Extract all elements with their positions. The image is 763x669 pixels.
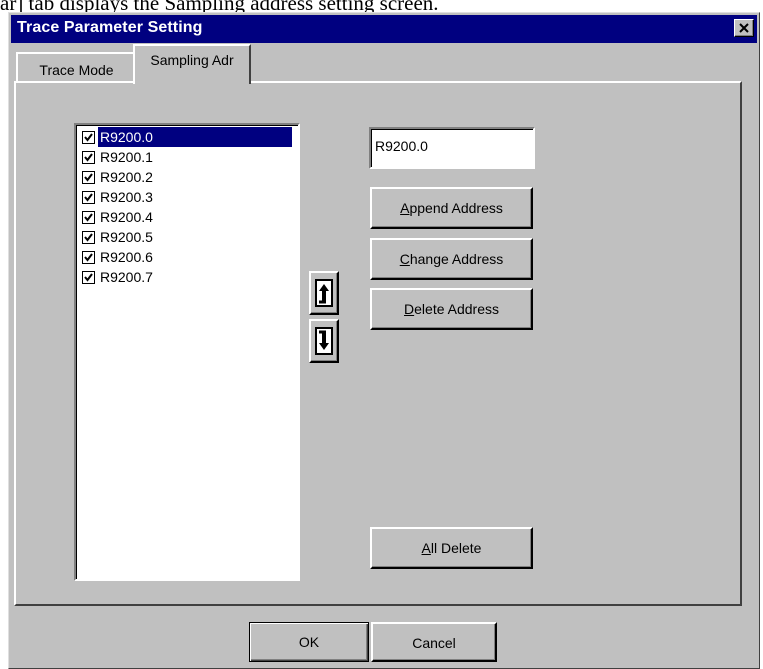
document-caption: ar] tab displays the Sampling address se… [0,0,439,12]
checkmark-icon [84,233,93,242]
all-delete-button[interactable]: All Delete [370,527,533,569]
checkmark-icon [84,213,93,222]
checkbox[interactable] [82,211,95,224]
address-list-item-label: R9200.1 [100,149,153,165]
change-address-label: Change Address [399,251,504,267]
window-title: Trace Parameter Setting [17,19,203,36]
address-list-item[interactable]: R9200.7 [80,267,294,287]
address-list-item-label: R9200.7 [100,269,153,285]
address-list-item-label: R9200.0 [98,127,292,147]
move-down-arrow-icon [315,327,333,355]
checkmark-icon [84,133,93,142]
checkbox[interactable] [82,271,95,284]
checkbox[interactable] [82,231,95,244]
checkbox[interactable] [82,171,95,184]
checkbox[interactable] [82,151,95,164]
address-list-item[interactable]: R9200.1 [80,147,294,167]
address-list-item[interactable]: R9200.3 [80,187,294,207]
address-list-item-label: R9200.2 [100,169,153,185]
cancel-label: Cancel [412,635,456,651]
checkmark-icon [84,173,93,182]
move-up-button[interactable] [309,271,339,315]
checkmark-icon [84,153,93,162]
address-list-item[interactable]: R9200.4 [80,207,294,227]
address-list-item-label: R9200.4 [100,209,153,225]
address-list-item[interactable]: R9200.6 [80,247,294,267]
tab-sampling-adr-label: Sampling Adr [150,52,234,68]
tab-trace-mode-label: Trace Mode [39,62,114,78]
address-input[interactable]: R9200.0 [369,127,535,169]
cancel-button[interactable]: Cancel [371,622,497,662]
tab-sampling-adr[interactable]: Sampling Adr [133,44,251,84]
ok-button[interactable]: OK [249,622,369,662]
title-bar[interactable]: Trace Parameter Setting [11,15,757,43]
checkbox[interactable] [82,131,95,144]
checkbox[interactable] [82,191,95,204]
tab-trace-mode[interactable]: Trace Mode [16,52,137,82]
all-delete-label: All Delete [421,540,482,556]
checkmark-icon [84,253,93,262]
checkmark-icon [84,193,93,202]
address-listbox[interactable]: R9200.0 R9200.1 R9200.2 R9200.3 R9200.4 R9200… [74,123,300,581]
address-input-value: R9200.0 [375,138,428,154]
append-address-label: Append Address [400,200,503,216]
address-list-item[interactable]: R9200.0 [80,127,294,147]
move-down-button[interactable] [309,319,339,363]
close-x-icon [739,23,749,33]
checkbox[interactable] [82,251,95,264]
ok-label: OK [298,634,320,650]
append-address-button[interactable]: Append Address [370,187,533,229]
delete-address-button[interactable]: Delete Address [370,288,533,330]
address-list-item[interactable]: R9200.5 [80,227,294,247]
change-address-button[interactable]: Change Address [370,238,533,280]
delete-address-label: Delete Address [404,301,499,317]
move-up-arrow-icon [315,279,333,307]
checkmark-icon [84,273,93,282]
address-list-item-label: R9200.5 [100,229,153,245]
address-list-item-label: R9200.6 [100,249,153,265]
address-list-item[interactable]: R9200.2 [80,167,294,187]
address-list-item-label: R9200.3 [100,189,153,205]
close-button[interactable] [734,19,754,37]
